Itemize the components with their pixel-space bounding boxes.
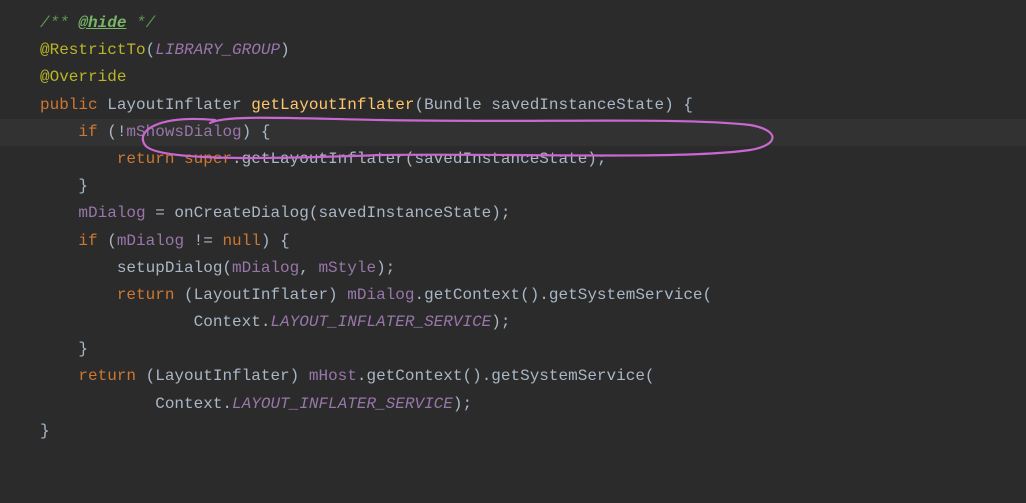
code-line: mDialog = onCreateDialog(savedInstanceSt… [0,200,1026,227]
code-line: return (LayoutInflater) mHost.getContext… [0,363,1026,390]
method-call: .getContext().getSystemService( [357,367,655,385]
punct: ); [491,313,510,331]
code-line: } [0,336,1026,363]
keyword: return [117,286,184,304]
keyword: null [222,232,260,250]
constant: LAYOUT_INFLATER_SERVICE [270,313,491,331]
code-line: Context.LAYOUT_INFLATER_SERVICE); [0,391,1026,418]
code-line: /** @hide */ [0,10,1026,37]
type: LayoutInflater [98,96,252,114]
code-line: return (LayoutInflater) mDialog.getConte… [0,282,1026,309]
op: != [184,232,222,250]
punct: ( [107,232,117,250]
annotation: @Override [40,68,126,86]
comment-text: /** [40,14,78,32]
field: mHost [309,367,357,385]
keyword: return [117,150,184,168]
code-line: if (mDialog != null) { [0,228,1026,255]
field: mShowsDialog [126,123,241,141]
method-call: .getLayoutInflater(savedInstanceState); [232,150,606,168]
field: mDialog [117,232,184,250]
indent: Context. [40,313,270,331]
keyword: super [184,150,232,168]
code-line: setupDialog(mDialog, mStyle); [0,255,1026,282]
code-line-highlighted: if (!mShowsDialog) { [0,119,1026,146]
code-line: @Override [0,64,1026,91]
keyword: if [40,232,107,250]
annotation: @RestrictTo [40,41,146,59]
code-line: } [0,173,1026,200]
code-line: Context.LAYOUT_INFLATER_SERVICE); [0,309,1026,336]
code-line: @RestrictTo(LIBRARY_GROUP) [0,37,1026,64]
method-call: setupDialog( [40,259,232,277]
field: mDialog [232,259,299,277]
punct: ); [453,395,472,413]
punct: ) { [242,123,271,141]
keyword: public [40,96,98,114]
doc-tag: @hide [78,14,126,32]
code-line: return super.getLayoutInflater(savedInst… [0,146,1026,173]
field: mDialog [78,204,145,222]
punct: ) { [261,232,290,250]
method-call: .getContext().getSystemService( [414,286,712,304]
brace: } [40,422,50,440]
indent [40,204,78,222]
constant: LAYOUT_INFLATER_SERVICE [232,395,453,413]
code-editor[interactable]: /** @hide */ @RestrictTo(LIBRARY_GROUP) … [0,10,1026,445]
punct: ( [146,41,156,59]
cast: (LayoutInflater) [184,286,347,304]
method-call: = onCreateDialog(savedInstanceState); [146,204,511,222]
indent [40,150,117,168]
params: (Bundle savedInstanceState) { [414,96,692,114]
comment-text: */ [126,14,155,32]
keyword: if [40,123,107,141]
field: mDialog [347,286,414,304]
punct: (! [107,123,126,141]
punct: , [299,259,318,277]
keyword: return [78,367,145,385]
field: mStyle [318,259,376,277]
punct: ); [376,259,395,277]
method-name: getLayoutInflater [251,96,414,114]
indent [40,286,117,304]
brace: } [40,177,88,195]
indent [40,367,78,385]
code-line: public LayoutInflater getLayoutInflater(… [0,92,1026,119]
brace: } [40,340,88,358]
cast: (LayoutInflater) [146,367,309,385]
punct: ) [280,41,290,59]
code-line: } [0,418,1026,445]
constant: LIBRARY_GROUP [155,41,280,59]
indent: Context. [40,395,232,413]
